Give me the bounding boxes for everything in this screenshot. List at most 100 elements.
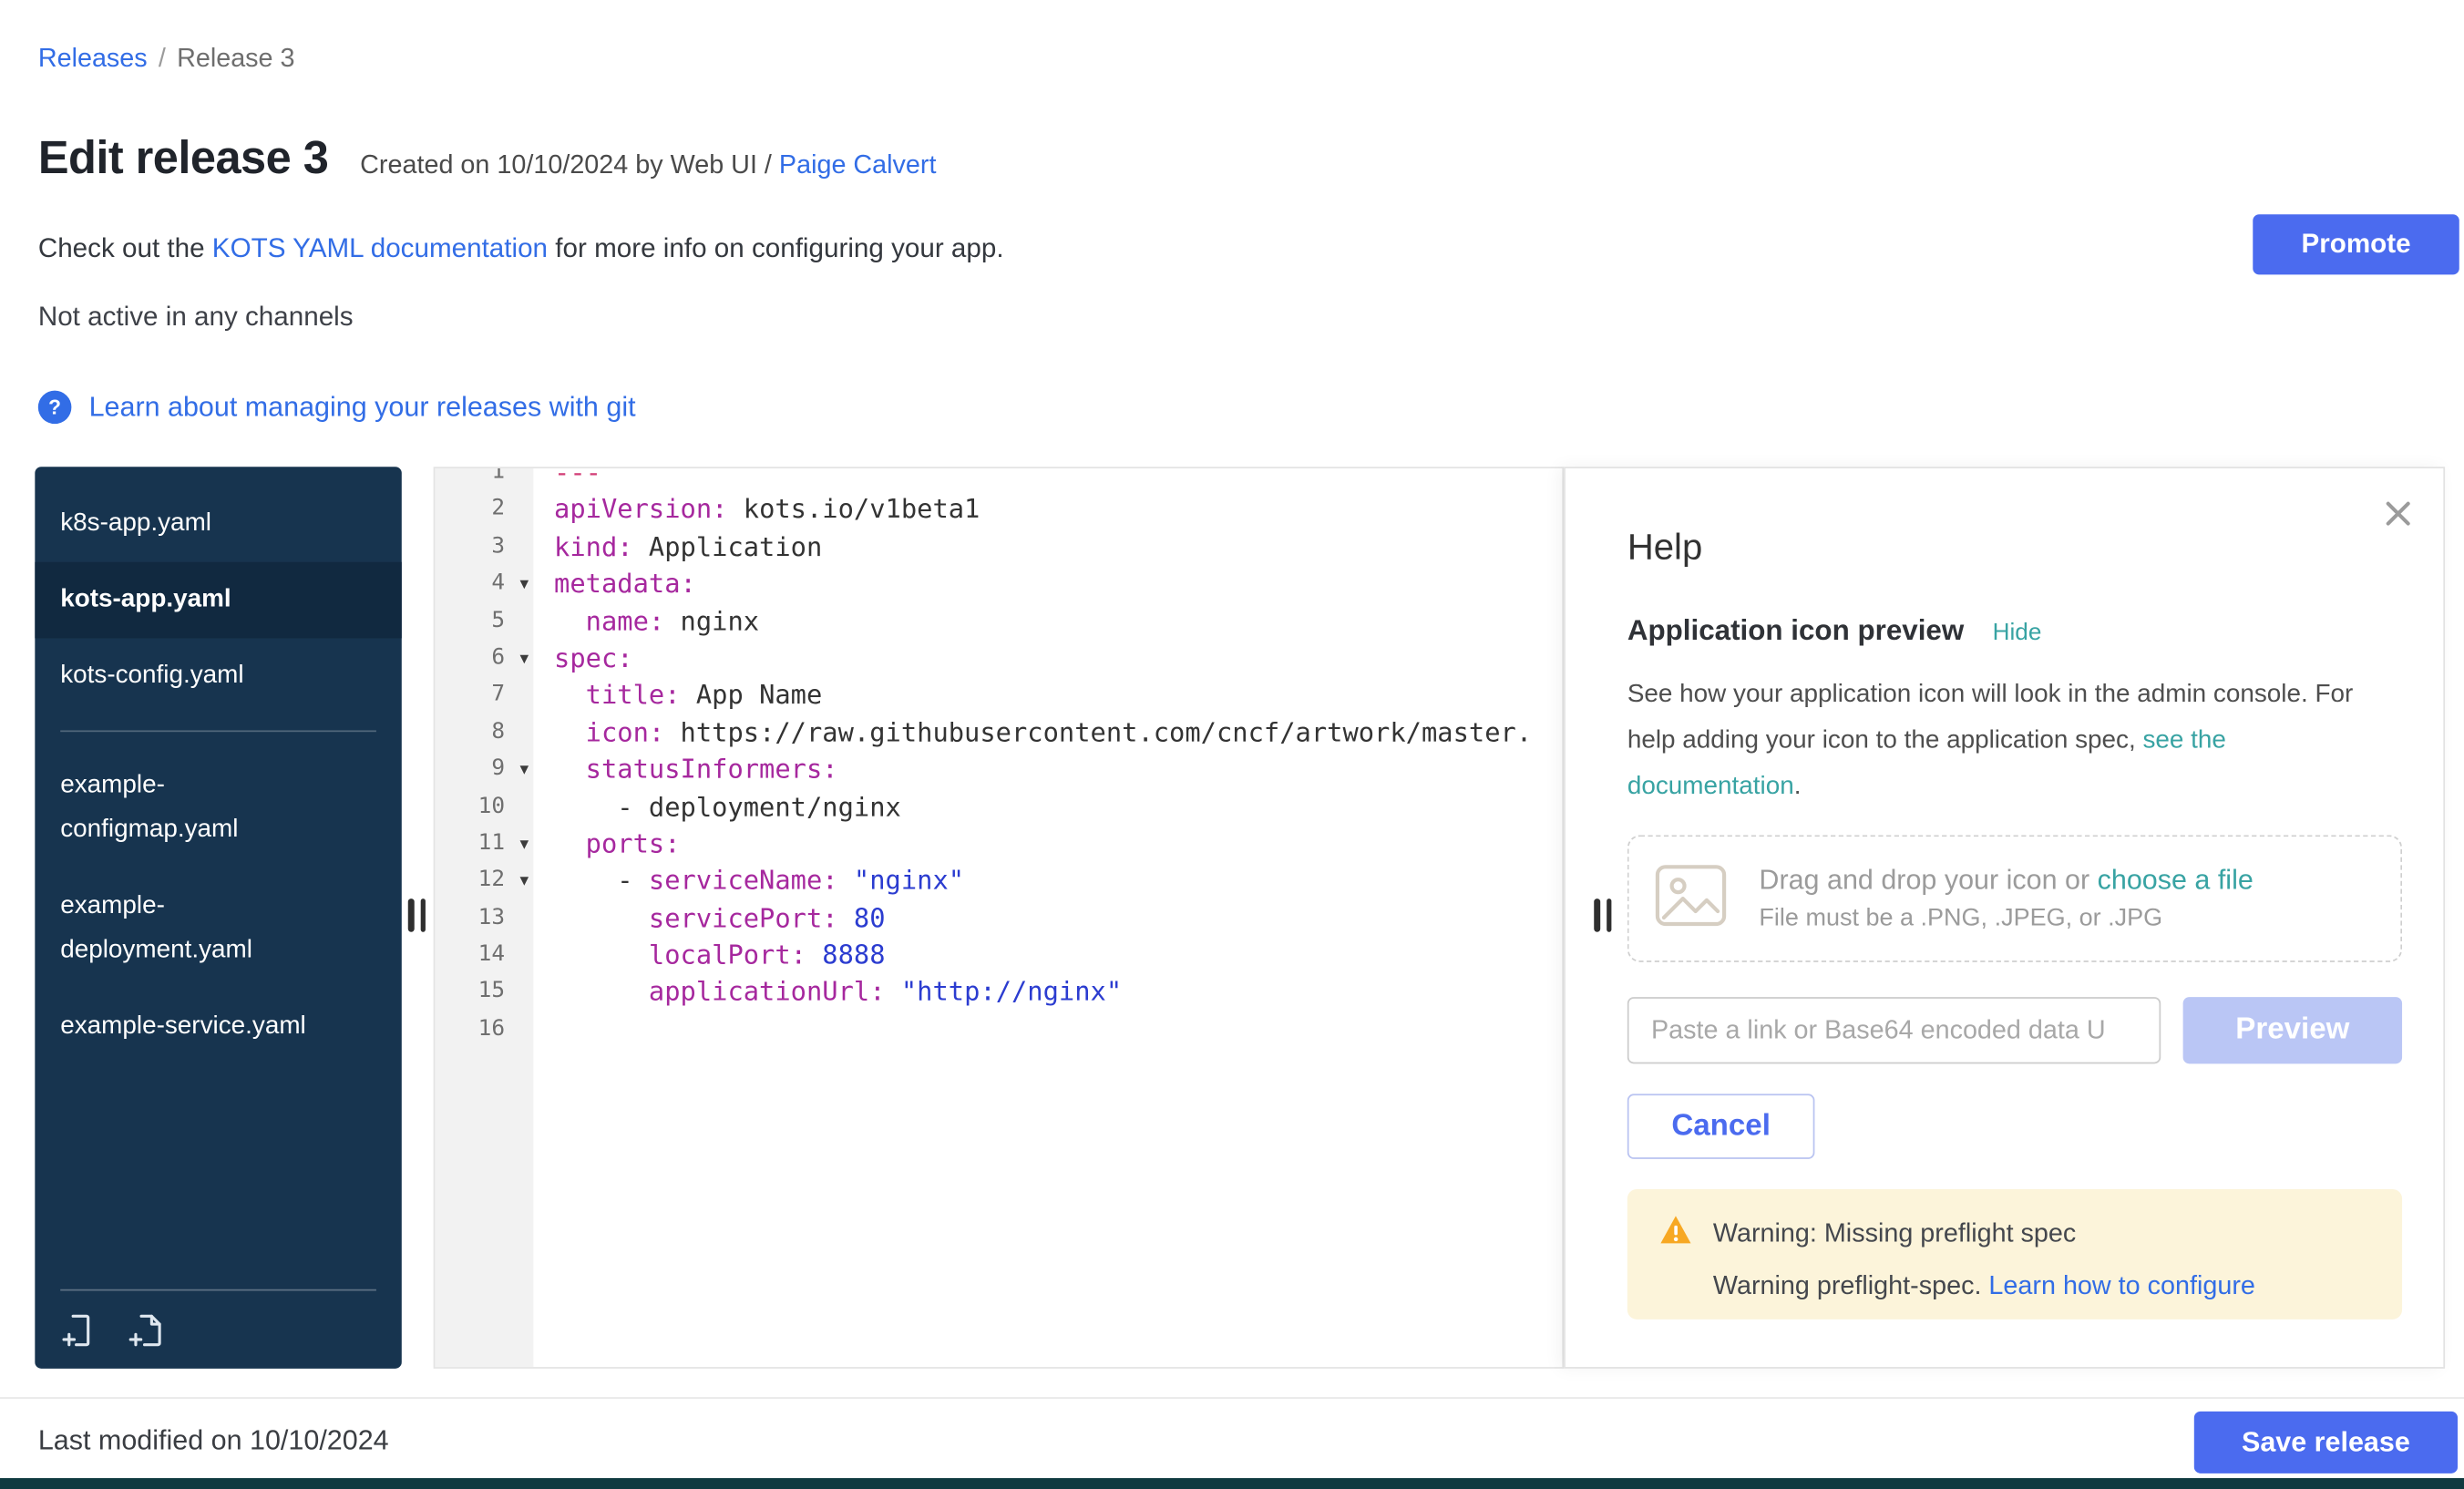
hide-preview-link[interactable]: Hide: [1993, 619, 2042, 646]
code-line[interactable]: metadata:: [554, 566, 1562, 603]
resize-bar: [408, 899, 414, 932]
code-line[interactable]: title: App Name: [554, 677, 1562, 714]
breadcrumb-separator: /: [159, 45, 166, 73]
fold-arrow-icon[interactable]: ▾: [520, 751, 529, 788]
line-number: 9▾: [435, 751, 533, 788]
cancel-button[interactable]: Cancel: [1627, 1094, 1815, 1158]
file-name: example-configmap.yaml: [60, 764, 323, 853]
code-line[interactable]: name: nginx: [554, 602, 1562, 640]
help-panel: Help Application icon preview Hide See h…: [1564, 467, 2445, 1369]
icon-preview-description: See how your application icon will look …: [1627, 672, 2361, 810]
dropzone-text: Drag and drop your icon or choose a file…: [1759, 864, 2253, 934]
editor-gutter: 1234▾56▾789▾1011▾12▾13141516: [435, 468, 533, 1367]
breadcrumb: Releases / Release 3: [38, 45, 295, 75]
file-tree: k8s-app.yaml kots-app.yaml kots-config.yam…: [35, 467, 401, 1065]
dropzone-line1: Drag and drop your icon or: [1759, 864, 2097, 896]
icon-dropzone[interactable]: Drag and drop your icon or choose a file…: [1627, 835, 2402, 961]
icon-preview-section-header: Application icon preview Hide: [1627, 614, 2042, 648]
file-tree-item-example-deployment.yaml[interactable]: example-deployment.yaml: [35, 868, 401, 989]
fold-arrow-icon[interactable]: ▾: [520, 863, 529, 900]
description-text: See how your application icon will look …: [1627, 681, 2353, 754]
git-releases-link[interactable]: Learn about managing your releases with …: [89, 391, 636, 425]
title-row: Edit release 3 Created on 10/10/2024 by …: [38, 133, 937, 185]
line-number: 7: [435, 677, 533, 714]
file-tree-sidebar: k8s-app.yaml kots-app.yaml kots-config.yam…: [35, 467, 401, 1369]
line-number: 4▾: [435, 566, 533, 603]
fold-arrow-icon[interactable]: ▾: [520, 566, 529, 603]
code-line[interactable]: icon: https://raw.githubusercontent.com/…: [554, 714, 1562, 752]
resize-bar: [420, 899, 426, 932]
line-number: 11▾: [435, 826, 533, 863]
promote-button[interactable]: Promote: [2253, 214, 2459, 274]
line-number: 16: [435, 1011, 533, 1049]
image-placeholder-icon: [1654, 863, 1727, 934]
line-number: 2: [435, 491, 533, 529]
file-tree-item-k8s-app.yaml[interactable]: k8s-app.yaml: [35, 486, 401, 562]
preview-button[interactable]: Preview: [2183, 997, 2402, 1063]
description-period: .: [1794, 773, 1802, 800]
icon-url-row: Preview: [1627, 997, 2402, 1063]
resize-bar: [1606, 899, 1611, 932]
git-help-row: ? Learn about managing your releases wit…: [38, 391, 636, 425]
fold-arrow-icon[interactable]: ▾: [520, 826, 529, 863]
warning-icon: [1659, 1215, 1693, 1253]
warning-detail-text: Warning preflight-spec.: [1713, 1272, 1989, 1300]
yaml-editor[interactable]: 1234▾56▾789▾1011▾12▾13141516 ---apiVersi…: [434, 467, 1564, 1369]
code-line[interactable]: ports:: [554, 826, 1562, 863]
save-release-button[interactable]: Save release: [2194, 1412, 2458, 1474]
fold-arrow-icon[interactable]: ▾: [520, 640, 529, 677]
code-line[interactable]: applicationUrl: "http://nginx": [554, 974, 1562, 1011]
configure-preflight-link[interactable]: Learn how to configure: [1988, 1272, 2254, 1300]
line-number: 15: [435, 974, 533, 1011]
line-number: 8: [435, 714, 533, 752]
author-link[interactable]: Paige Calvert: [779, 151, 937, 180]
file-tree-divider: [60, 730, 376, 732]
code-line[interactable]: statusInformers:: [554, 751, 1562, 788]
code-line[interactable]: spec:: [554, 640, 1562, 677]
created-text: Created on 10/10/2024 by Web UI /: [360, 151, 772, 180]
breadcrumb-current: Release 3: [177, 45, 294, 73]
question-icon: ?: [38, 391, 72, 425]
file-tree-item-example-configmap.yaml[interactable]: example-configmap.yaml: [35, 748, 401, 868]
breadcrumb-releases-link[interactable]: Releases: [38, 45, 148, 73]
code-line[interactable]: kind: Application: [554, 529, 1562, 566]
code-line[interactable]: [554, 1011, 1562, 1049]
close-icon[interactable]: [2381, 497, 2415, 530]
help-panel-resize-handle[interactable]: [1594, 899, 1611, 932]
help-panel-title: Help: [1627, 526, 1702, 569]
file-tree-item-kots-app.yaml[interactable]: kots-app.yaml: [35, 562, 401, 639]
line-number: 5: [435, 602, 533, 640]
code-line[interactable]: apiVersion: kots.io/v1beta1: [554, 491, 1562, 529]
kots-yaml-docs-link[interactable]: KOTS YAML documentation: [212, 233, 548, 263]
icon-url-input[interactable]: [1627, 997, 2161, 1063]
channel-status: Not active in any channels: [38, 302, 354, 334]
line-number: 13: [435, 899, 533, 937]
editor-code-area[interactable]: ---apiVersion: kots.io/v1beta1kind: Appl…: [533, 468, 1562, 1367]
preflight-warning-box: Warning: Missing preflight spec Warning …: [1627, 1189, 2402, 1320]
code-line[interactable]: localPort: 8888: [554, 937, 1562, 974]
created-info: Created on 10/10/2024 by Web UI / Paige …: [360, 151, 936, 181]
code-line[interactable]: - deployment/nginx: [554, 788, 1562, 826]
docs-line-suffix: for more info on configuring your app.: [548, 233, 1004, 263]
line-number: 14: [435, 937, 533, 974]
file-name: kots-app.yaml: [60, 578, 231, 622]
sidebar-resize-handle[interactable]: [408, 899, 426, 932]
dropzone-file-types: File must be a .PNG, .JPEG, or .JPG: [1759, 905, 2253, 933]
choose-file-link[interactable]: choose a file: [2098, 864, 2254, 896]
new-file-icon[interactable]: [127, 1311, 165, 1350]
last-modified-text: Last modified on 10/10/2024: [38, 1424, 389, 1458]
code-line[interactable]: servicePort: 80: [554, 899, 1562, 937]
warning-title: Warning: Missing preflight spec: [1713, 1218, 2076, 1248]
line-number: 6▾: [435, 640, 533, 677]
add-file-icon[interactable]: [60, 1311, 98, 1350]
line-number: 1: [435, 468, 533, 491]
docs-line-prefix: Check out the: [38, 233, 212, 263]
file-tree-item-kots-config.yaml[interactable]: kots-config.yaml: [35, 638, 401, 714]
file-tree-item-example-service.yaml[interactable]: example-service.yaml: [35, 989, 401, 1065]
code-line[interactable]: - serviceName: "nginx": [554, 863, 1562, 900]
file-tree-footer: [60, 1289, 376, 1350]
warning-detail: Warning preflight-spec. Learn how to con…: [1713, 1272, 2370, 1302]
code-line[interactable]: ---: [554, 468, 1562, 491]
bottom-strip: [0, 1478, 2464, 1489]
file-name: k8s-app.yaml: [60, 502, 211, 547]
